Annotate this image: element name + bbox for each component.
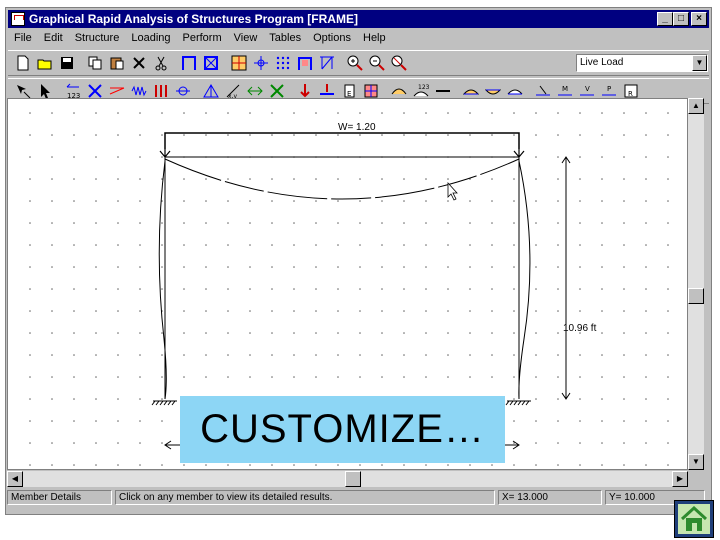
left-support (151, 400, 177, 406)
open-icon[interactable] (34, 53, 55, 73)
status-hint: Click on any member to view its detailed… (115, 490, 495, 505)
standard-toolbar: Live Load ▼ (8, 50, 709, 76)
copy-icon[interactable] (84, 53, 105, 73)
height-dimension (561, 156, 571, 400)
load-case-value: Live Load (580, 57, 624, 68)
title-bar[interactable]: Graphical Rapid Analysis of Structures P… (8, 10, 709, 28)
zoom-fit-icon[interactable] (388, 53, 409, 73)
minimize-button[interactable]: _ (657, 12, 673, 26)
scroll-right-icon[interactable]: ▶ (672, 471, 688, 487)
close-button[interactable]: × (691, 12, 707, 26)
vertical-scrollbar[interactable]: ▲ ▼ (688, 98, 704, 470)
zoom-out-icon[interactable] (366, 53, 387, 73)
home-icon-bg (678, 504, 710, 534)
dots-icon[interactable] (272, 53, 293, 73)
v-icon-label: V (585, 85, 590, 93)
reaction-label: R (628, 90, 633, 98)
scroll-up-icon[interactable]: ▲ (688, 98, 704, 114)
menu-help[interactable]: Help (357, 30, 392, 48)
menu-options[interactable]: Options (307, 30, 357, 48)
load-case-select[interactable]: Live Load ▼ (576, 54, 708, 72)
deflected-right-column[interactable] (518, 160, 531, 400)
save-icon[interactable] (56, 53, 77, 73)
app-icon[interactable] (11, 12, 25, 26)
horizontal-scrollbar[interactable]: ◀ ▶ (7, 471, 688, 487)
mouse-cursor-icon (447, 181, 458, 201)
frame-icon[interactable] (178, 53, 199, 73)
window-title: Graphical Rapid Analysis of Structures P… (29, 12, 358, 26)
menu-view[interactable]: View (228, 30, 264, 48)
menu-file[interactable]: File (8, 30, 38, 48)
right-support (505, 400, 531, 406)
members-icon[interactable] (294, 53, 315, 73)
customize-banner[interactable]: CUSTOMIZE… (180, 396, 505, 463)
menu-loading[interactable]: Loading (125, 30, 176, 48)
menu-structure[interactable]: Structure (69, 30, 126, 48)
frame-members[interactable] (164, 156, 520, 399)
new-icon[interactable] (12, 53, 33, 73)
deflection-label: 123 (418, 84, 430, 91)
scroll-left-icon[interactable]: ◀ (7, 471, 23, 487)
load-bar (164, 132, 520, 149)
maximize-button[interactable]: □ (673, 12, 689, 26)
chevron-down-icon[interactable]: ▼ (692, 55, 707, 71)
load-arrow-right (513, 149, 525, 158)
home-icon (680, 505, 708, 531)
menu-bar: File Edit Structure Loading Perform View… (8, 30, 392, 48)
home-button[interactable] (674, 500, 714, 538)
dist-load-label: E (347, 90, 351, 98)
paste-icon[interactable] (106, 53, 127, 73)
cut-icon[interactable] (150, 53, 171, 73)
grid-icon[interactable] (228, 53, 249, 73)
truss-icon[interactable] (200, 53, 221, 73)
m-icon-label: M (562, 85, 568, 93)
p-icon-label: P (607, 85, 611, 93)
load-label: W= 1.20 (338, 122, 376, 133)
horizontal-scroll-thumb[interactable] (345, 471, 361, 487)
status-x-coordinate: X= 13.000 (498, 490, 602, 505)
deflected-beam[interactable] (164, 158, 520, 200)
scroll-down-icon[interactable]: ▼ (688, 454, 704, 470)
menu-edit[interactable]: Edit (38, 30, 69, 48)
height-label: 10.96 ft (563, 323, 597, 334)
zoom-in-icon[interactable] (344, 53, 365, 73)
delete-icon[interactable] (128, 53, 149, 73)
vertical-scroll-thumb[interactable] (688, 288, 704, 304)
menu-tables[interactable]: Tables (263, 30, 307, 48)
nodes-icon[interactable] (250, 53, 271, 73)
status-bar: Member Details Click on any member to vi… (7, 489, 708, 506)
load-arrow-left (159, 149, 171, 158)
supports-icon[interactable] (316, 53, 337, 73)
status-member-details: Member Details (7, 490, 112, 505)
menu-perform[interactable]: Perform (177, 30, 228, 48)
